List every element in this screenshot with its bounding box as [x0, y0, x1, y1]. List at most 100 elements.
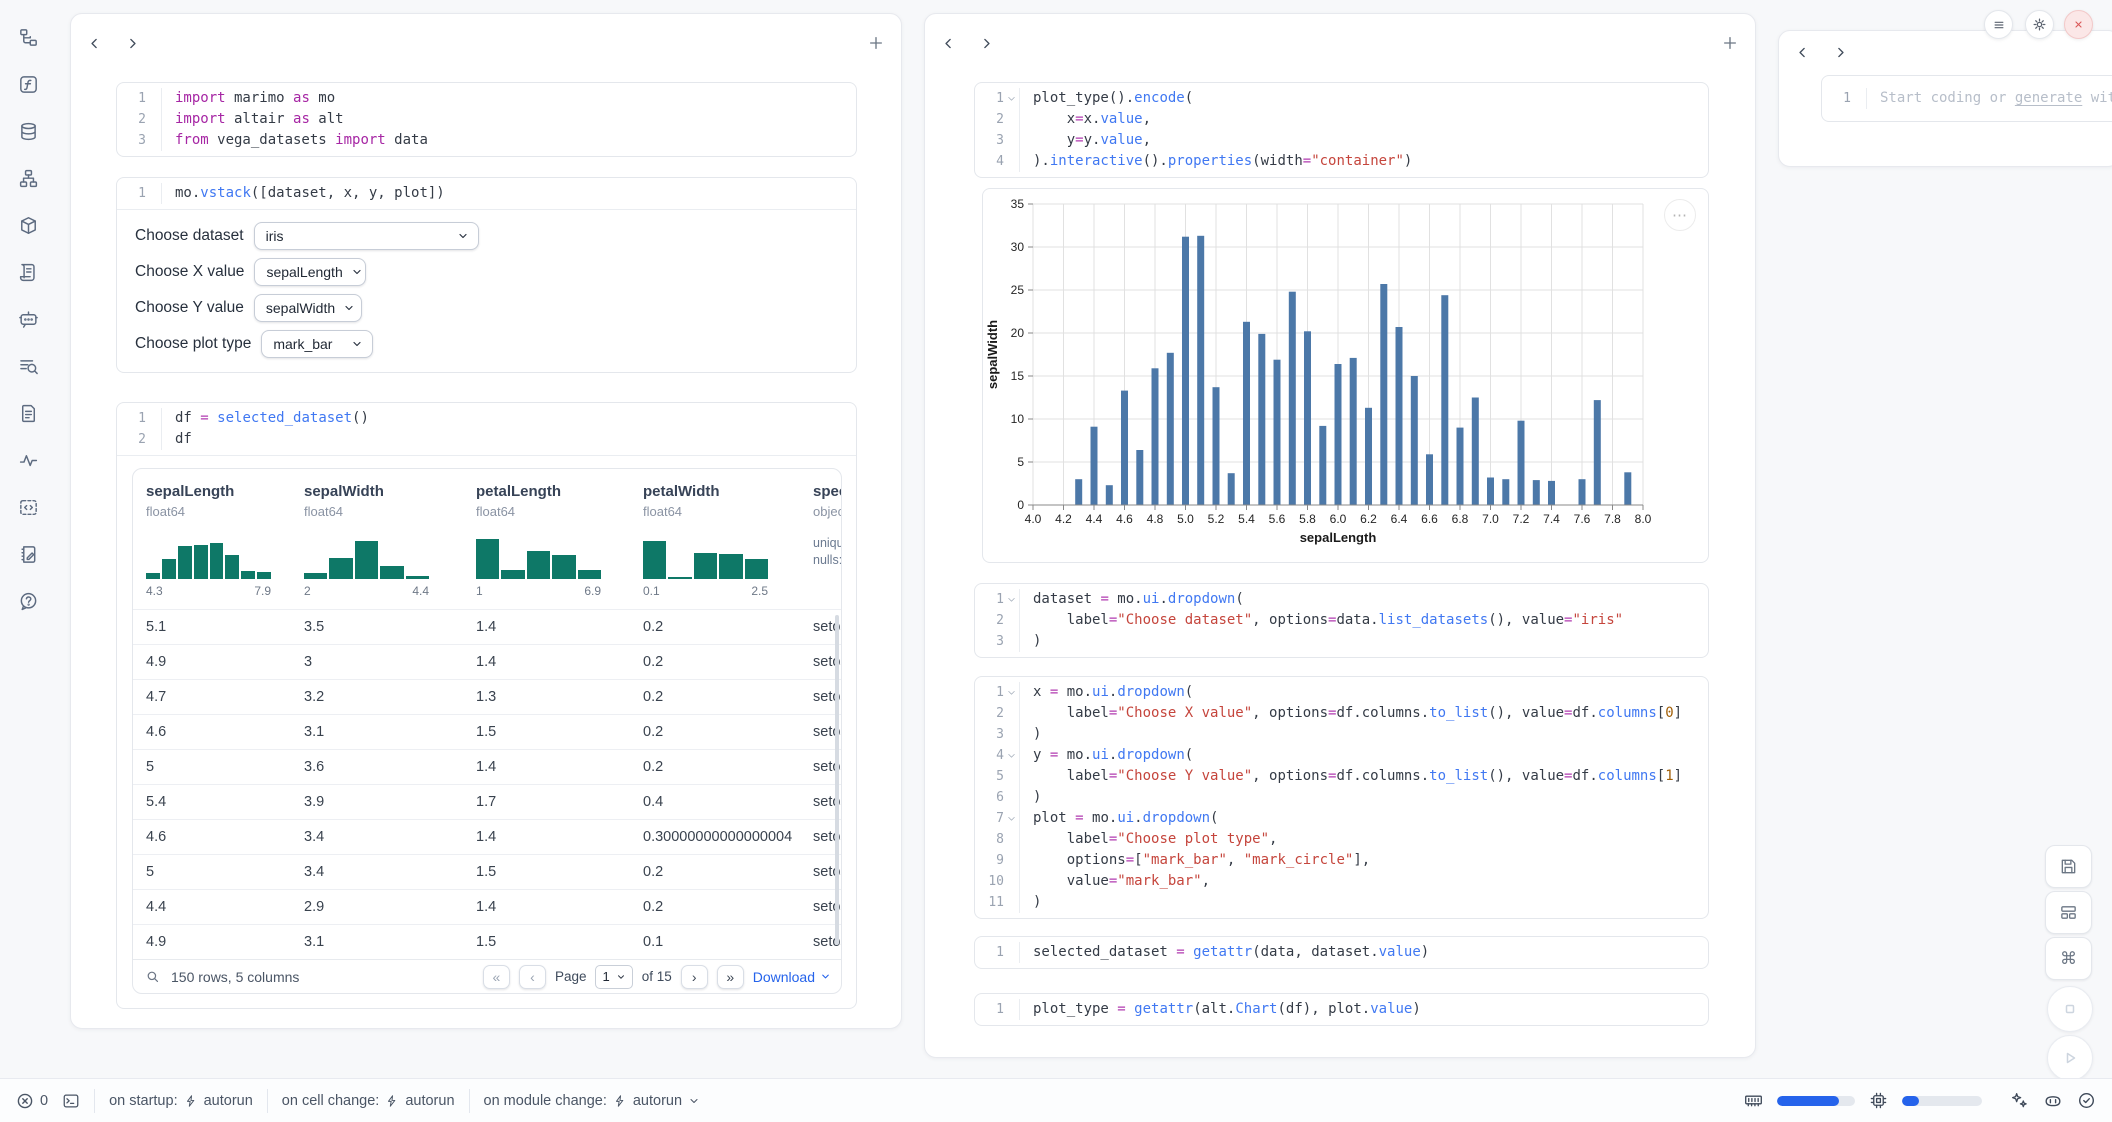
last-page-button[interactable]: »	[717, 965, 744, 989]
first-page-button[interactable]: «	[483, 965, 510, 989]
settings-button[interactable]	[2025, 10, 2054, 39]
code-editor[interactable]: df = selected_dataset()df	[162, 408, 856, 450]
sidebar-item-document[interactable]	[13, 398, 43, 428]
code-cell-plot[interactable]: 1234 plot_type().encode( x=x.value, y=y.…	[974, 82, 1709, 178]
code-editor-placeholder[interactable]: Start coding or generate with AI	[1867, 88, 2112, 109]
column-header-sepalWidth[interactable]: sepalWidthfloat6424.4	[291, 469, 463, 609]
table-scrollbar[interactable]	[835, 615, 839, 945]
prev-page-button[interactable]: ‹	[519, 965, 546, 989]
save-notebook-button[interactable]	[2045, 845, 2092, 888]
menu-button[interactable]	[1984, 10, 2013, 39]
line-number: 9	[982, 850, 1004, 871]
sidebar-item-activity[interactable]	[13, 445, 43, 475]
table-row[interactable]: 4.42.91.40.2setosa	[133, 889, 841, 924]
column-prev-button[interactable]	[1789, 39, 1815, 65]
code-cell-vstack[interactable]: 1 mo.vstack([dataset, x, y, plot]) Choos…	[116, 177, 857, 373]
column-prev-button[interactable]	[81, 30, 107, 56]
on-startup-autorun-button[interactable]: on startup: autorun	[109, 1093, 253, 1109]
svg-text:7.0: 7.0	[1482, 512, 1499, 526]
table-row[interactable]: 4.931.40.2setosa	[133, 644, 841, 679]
command-palette-button[interactable]: ⌘	[2045, 937, 2092, 980]
column-next-button[interactable]	[973, 30, 999, 56]
x-value-select[interactable]: sepalLength	[254, 258, 366, 286]
run-all-button[interactable]	[2047, 1035, 2093, 1081]
table-row[interactable]: 4.73.21.30.2setosa	[133, 679, 841, 714]
column-prev-button[interactable]	[935, 30, 961, 56]
fold-chevron-icon[interactable]	[1007, 94, 1016, 103]
table-row[interactable]: 4.63.11.50.2setosa	[133, 714, 841, 749]
code-editor[interactable]: plot_type().encode( x=x.value, y=y.value…	[1020, 88, 1708, 172]
table-row[interactable]: 53.61.40.2setosa	[133, 749, 841, 784]
scratchpad-icon	[18, 544, 39, 565]
fold-chevron-icon[interactable]	[1007, 814, 1016, 823]
on-module-change-autorun-button[interactable]: on module change: autorun	[484, 1093, 701, 1109]
generate-with-ai-link[interactable]: generate	[2015, 90, 2082, 106]
sidebar-item-scroll[interactable]	[13, 257, 43, 287]
add-cell-button[interactable]	[1717, 30, 1743, 56]
page-select[interactable]: 1	[595, 965, 632, 989]
line-number: 1	[982, 88, 1004, 109]
sidebar-item-scratchpad[interactable]	[13, 539, 43, 569]
column-next-button[interactable]	[119, 30, 145, 56]
sidebar-item-package[interactable]	[13, 210, 43, 240]
sidebar-item-function[interactable]	[13, 69, 43, 99]
table-row[interactable]: 5.43.91.70.4setosa	[133, 784, 841, 819]
fold-chevron-icon[interactable]	[1007, 688, 1016, 697]
sidebar-item-database[interactable]	[13, 116, 43, 146]
code-cell-df[interactable]: 12 df = selected_dataset()df sepalLength…	[116, 402, 857, 1009]
svg-text:7.4: 7.4	[1543, 512, 1560, 526]
code-editor[interactable]: dataset = mo.ui.dropdown( label="Choose …	[1020, 589, 1708, 652]
dataset-select[interactable]: iris	[254, 222, 479, 250]
code-cell-xy-plot-dropdowns[interactable]: 1234567891011 x = mo.ui.dropdown( label=…	[974, 676, 1709, 919]
copilot-button[interactable]	[2043, 1091, 2063, 1111]
code-cell-plot-type[interactable]: 1 plot_type = getattr(alt.Chart(df), plo…	[974, 993, 1709, 1026]
plot-type-select[interactable]: mark_bar	[261, 330, 373, 358]
ai-assist-button[interactable]	[2010, 1091, 2029, 1110]
terminal-button[interactable]	[62, 1092, 80, 1110]
code-editor[interactable]: plot_type = getattr(alt.Chart(df), plot.…	[1020, 999, 1708, 1020]
table-row[interactable]: 53.41.50.2setosa	[133, 854, 841, 889]
error-count-button[interactable]: 0	[16, 1092, 48, 1110]
sidebar-item-help[interactable]	[13, 586, 43, 616]
layout-toggle-button[interactable]	[2045, 891, 2092, 934]
sidebar-item-code-snippet[interactable]	[13, 492, 43, 522]
column-header-petalWidth[interactable]: petalWidthfloat640.12.5	[630, 469, 800, 609]
search-icon[interactable]	[145, 969, 161, 985]
column-header-petalLength[interactable]: petalLengthfloat6416.9	[463, 469, 630, 609]
chart-menu-button[interactable]: ⋯	[1664, 199, 1696, 231]
table-row[interactable]: 4.93.11.50.1setosa	[133, 924, 841, 959]
line-number: 3	[982, 130, 1004, 151]
fold-chevron-icon[interactable]	[1007, 751, 1016, 760]
y-value-select[interactable]: sepalWidth	[254, 294, 362, 322]
code-cell-dataset[interactable]: 123 dataset = mo.ui.dropdown( label="Cho…	[974, 583, 1709, 658]
column-header-sepalLength[interactable]: sepalLengthfloat644.37.9	[133, 469, 291, 609]
connection-status-button[interactable]	[2077, 1091, 2096, 1110]
stop-kernel-button[interactable]	[2047, 986, 2093, 1032]
next-page-button[interactable]: ›	[681, 965, 708, 989]
table-row[interactable]: 5.13.51.40.2setosa	[133, 609, 841, 644]
sidebar-item-network[interactable]	[13, 163, 43, 193]
close-panel-button[interactable]	[2064, 10, 2093, 39]
column-header-species[interactable]: speciesobjectunique:nulls:	[800, 469, 841, 609]
svg-text:5.6: 5.6	[1269, 512, 1286, 526]
column-next-button[interactable]	[1827, 39, 1853, 65]
sidebar-item-file-tree[interactable]	[13, 22, 43, 52]
code-cell-selected-dataset[interactable]: 1 selected_dataset = getattr(data, datas…	[974, 936, 1709, 969]
code-cell-imports[interactable]: 123 import marimo as moimport altair as …	[116, 82, 857, 157]
empty-code-cell[interactable]: 1 Start coding or generate with AI	[1821, 75, 2112, 122]
memory-usage	[1744, 1091, 1763, 1110]
code-editor[interactable]: mo.vstack([dataset, x, y, plot])	[162, 183, 856, 204]
code-editor[interactable]: selected_dataset = getattr(data, dataset…	[1020, 942, 1708, 963]
sidebar-item-log-search[interactable]	[13, 351, 43, 381]
on-cell-change-autorun-button[interactable]: on cell change: autorun	[282, 1093, 455, 1109]
table-row[interactable]: 4.63.41.40.30000000000000004setosa	[133, 819, 841, 854]
table-cell: 0.2	[630, 759, 800, 775]
altair-chart-output[interactable]: 4.04.24.44.64.85.05.25.45.65.86.06.26.46…	[982, 188, 1709, 563]
download-link[interactable]: Download	[753, 969, 831, 985]
code-editor[interactable]: import marimo as moimport altair as altf…	[162, 88, 856, 151]
add-cell-button[interactable]	[863, 30, 889, 56]
sidebar-item-bot-chat[interactable]	[13, 304, 43, 334]
table-cell: 1.4	[463, 759, 630, 775]
fold-chevron-icon[interactable]	[1007, 595, 1016, 604]
code-editor[interactable]: x = mo.ui.dropdown( label="Choose X valu…	[1020, 682, 1708, 913]
